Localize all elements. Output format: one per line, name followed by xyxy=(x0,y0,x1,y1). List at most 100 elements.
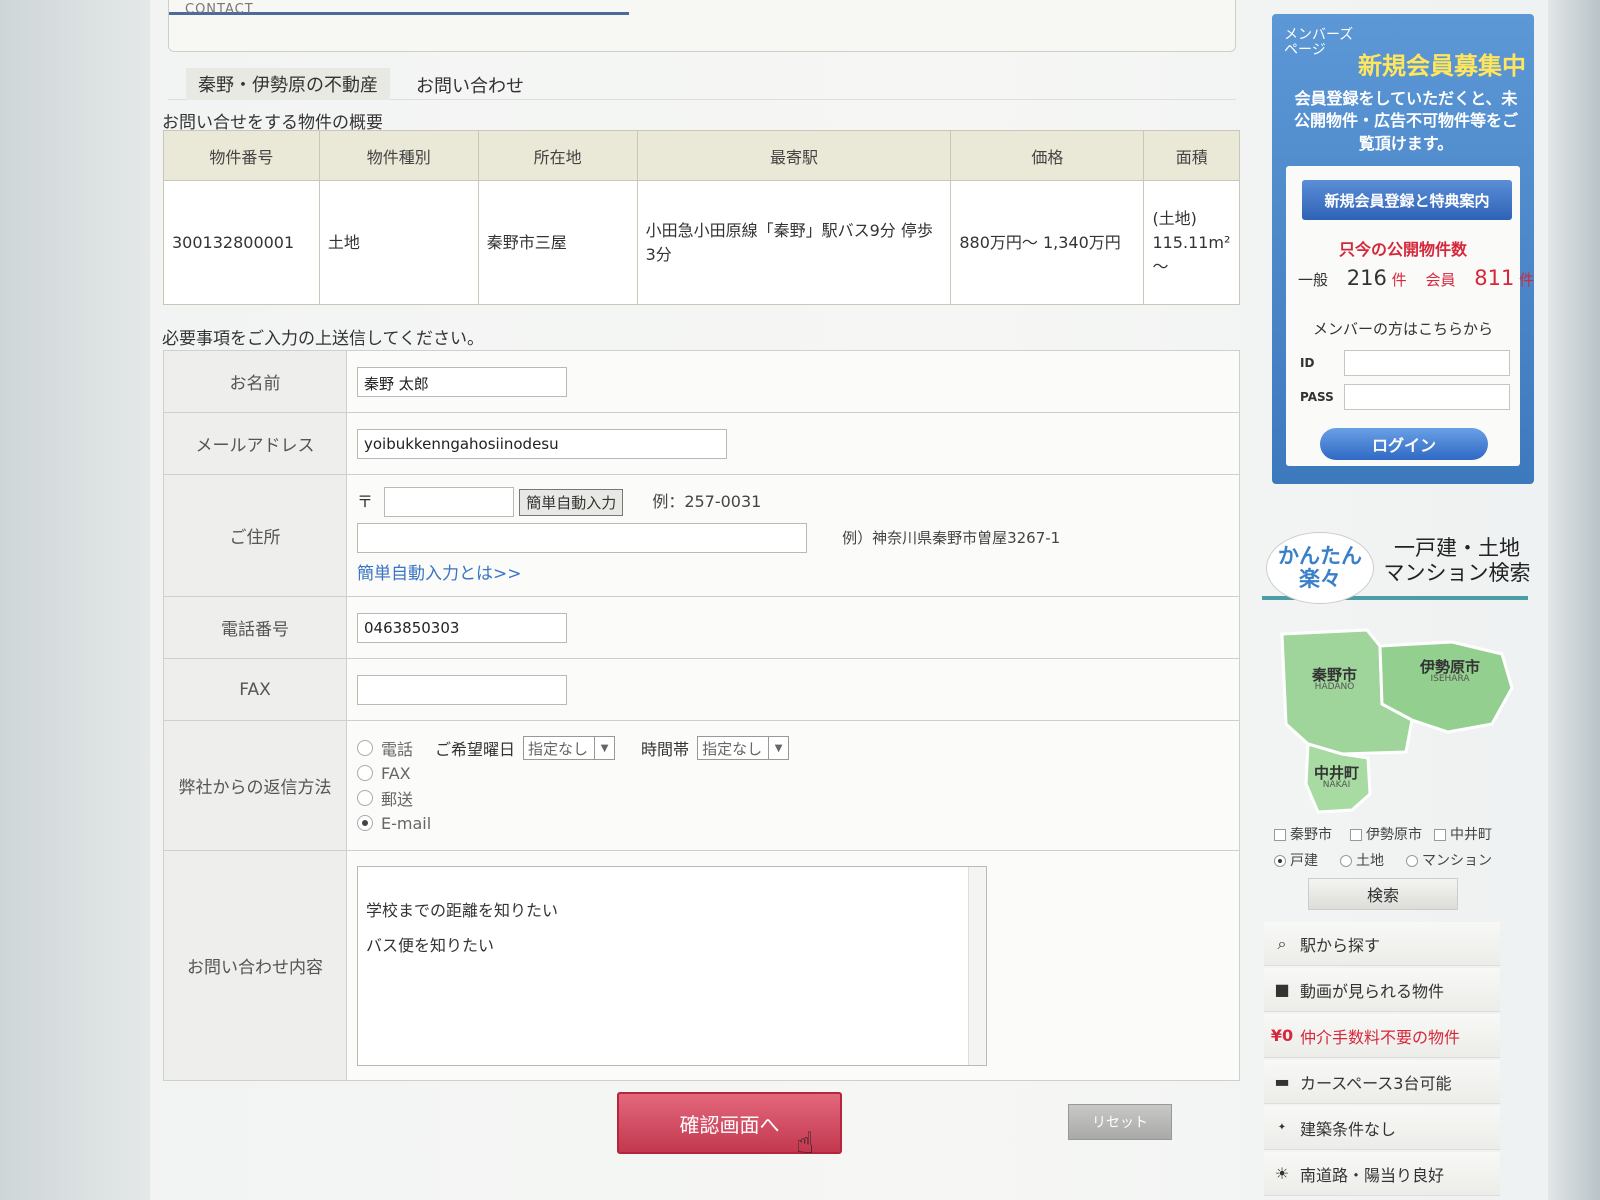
day-select[interactable]: 指定なし ▼ xyxy=(523,736,616,760)
checkbox[interactable] xyxy=(1274,829,1286,841)
reply-option-fax[interactable]: FAX xyxy=(357,761,1229,786)
breadcrumb: 秦野・伊勢原の不動産 お問い合わせ xyxy=(168,60,1236,100)
time-select[interactable]: 指定なし ▼ xyxy=(697,736,790,760)
inquiry-cell: 学校までの距離を知りたい バス便を知りたい xyxy=(346,850,1240,1081)
pass-input[interactable] xyxy=(1344,384,1510,410)
search-heading: かんたん 楽々 一戸建・土地 マンション検索 xyxy=(1262,524,1531,604)
table-row: 300132800001 土地 秦野市三屋 小田急小田原線「秦野」駅バス9分 停… xyxy=(163,180,1240,305)
left-margin xyxy=(0,0,150,1200)
area-check-isehara[interactable]: 伊勢原市 xyxy=(1350,824,1422,844)
member-inner-panel: 新規会員登録と特典案内 只今の公開物件数 一般 216 件 会員 811 件 メ… xyxy=(1286,166,1534,466)
search-button[interactable]: 検索 xyxy=(1308,878,1458,910)
textarea-scrollbar[interactable] xyxy=(968,866,986,1065)
form-row-reply: 弊社からの返信方法 電話 ご希望曜日 指定なし ▼ 時間帯 指定なし ▼ FAX… xyxy=(163,720,1240,851)
reply-option-phone[interactable]: 電話 ご希望曜日 指定なし ▼ 時間帯 指定なし ▼ xyxy=(357,736,1229,761)
reply-option-label: E-mail xyxy=(381,813,432,833)
register-button[interactable]: 新規会員登録と特典案内 xyxy=(1302,180,1512,220)
radio[interactable] xyxy=(1274,855,1286,867)
member-count: 811 xyxy=(1474,266,1515,290)
postal-mark: 〒 xyxy=(357,491,374,511)
reply-option-label: FAX xyxy=(381,763,411,783)
postal-code-field[interactable] xyxy=(384,487,515,517)
id-label: ID xyxy=(1300,356,1315,370)
reply-option-mail[interactable]: 郵送 xyxy=(357,786,1229,811)
menu-item-car-space[interactable]: ▬ カースペース3台可能 xyxy=(1264,1060,1500,1104)
address-example: 例）神奈川県秦野市曽屋3267-1 xyxy=(842,528,1061,547)
page-background: CONTACT 秦野・伊勢原の不動産 お問い合わせ お問い合せをする物件の概要 … xyxy=(0,0,1600,1200)
phone-label: 電話番号 xyxy=(163,596,347,659)
breadcrumb-current: お問い合わせ xyxy=(416,76,524,97)
menu-label: 南道路・陽当り良好 xyxy=(1300,1165,1445,1185)
radio-phone[interactable] xyxy=(357,740,373,756)
radio-email[interactable] xyxy=(357,815,373,831)
inquiry-line-2: バス便を知りたい xyxy=(366,935,495,955)
type-radio-land[interactable]: 土地 xyxy=(1340,850,1384,870)
member-page-label: メンバーズ ページ xyxy=(1284,27,1354,59)
radio[interactable] xyxy=(1406,855,1418,867)
form-row-phone: 電話番号 0463850303 xyxy=(163,596,1240,659)
fax-field[interactable] xyxy=(357,674,567,705)
member-box: メンバーズ ページ 新規会員募集中 会員登録をしていただくと、未公開物件・広告不… xyxy=(1272,14,1534,484)
auto-input-button[interactable]: 簡単自動入力 xyxy=(519,488,624,516)
name-field[interactable]: 秦野 太郎 xyxy=(357,366,567,397)
member-recruit-heading: 新規会員募集中 xyxy=(1358,52,1526,80)
day-label: ご希望曜日 xyxy=(435,740,516,759)
id-input[interactable] xyxy=(1344,350,1510,376)
radio[interactable] xyxy=(1340,855,1352,867)
header-area: 面積 xyxy=(1143,130,1240,181)
reply-cell: 電話 ご希望曜日 指定なし ▼ 時間帯 指定なし ▼ FAX 郵送 E-mail xyxy=(346,720,1240,851)
menu-label: 仲介手数料不要の物件 xyxy=(1300,1027,1461,1047)
breadcrumb-home-link[interactable]: 秦野・伊勢原の不動産 xyxy=(186,68,390,100)
property-type: 土地 xyxy=(318,180,479,305)
radio-fax[interactable] xyxy=(357,765,373,781)
email-field[interactable]: yoibukkenngahosiinodesu xyxy=(357,428,727,459)
type-radio-mansion[interactable]: マンション xyxy=(1406,850,1492,870)
reply-option-email[interactable]: E-mail xyxy=(357,811,1229,836)
address-field[interactable] xyxy=(357,523,807,553)
fax-label: FAX xyxy=(163,658,347,721)
radio-label: マンション xyxy=(1422,853,1492,869)
menu-label: 建築条件なし xyxy=(1300,1119,1397,1139)
type-radio-house[interactable]: 戸建 xyxy=(1274,850,1318,870)
property-price: 880万円～ 1,340万円 xyxy=(950,180,1145,305)
reply-option-label: 電話 xyxy=(381,740,414,759)
map-area-romaji: NAKAI xyxy=(1322,780,1351,790)
phone-cell: 0463850303 xyxy=(346,596,1240,659)
map-area-romaji: HADANO xyxy=(1314,682,1355,692)
count-unit: 件 xyxy=(1519,271,1535,289)
reset-button[interactable]: リセット xyxy=(1068,1104,1172,1140)
inquiry-textarea[interactable]: 学校までの距離を知りたい バス便を知りたい xyxy=(357,865,987,1066)
contact-label: CONTACT xyxy=(185,2,254,17)
menu-item-sunny[interactable]: ☀ 南道路・陽当り良好 xyxy=(1264,1152,1500,1196)
property-area: (土地) 115.11m² ～ xyxy=(1143,180,1240,305)
search-title: 一戸建・土地 マンション検索 xyxy=(1383,536,1531,586)
checkbox[interactable] xyxy=(1350,829,1362,841)
phone-field[interactable]: 0463850303 xyxy=(357,612,567,643)
radio-mail[interactable] xyxy=(357,790,373,806)
video-camera-icon: ■ xyxy=(1274,980,1290,999)
menu-item-no-fee[interactable]: ¥0 仲介手数料不要の物件 xyxy=(1264,1014,1500,1058)
radio-label: 土地 xyxy=(1356,853,1384,869)
form-row-fax: FAX xyxy=(163,658,1240,721)
general-label: 一般 xyxy=(1298,271,1329,289)
inquiry-label: お問い合わせ内容 xyxy=(163,850,347,1081)
form-intro: 必要事項をご入力の上送信してください。 xyxy=(162,329,484,349)
day-select-value: 指定なし xyxy=(528,739,589,758)
hand-cursor-icon: ☝ xyxy=(796,1126,815,1161)
login-button[interactable]: ログイン xyxy=(1320,428,1488,460)
area-check-hadano[interactable]: 秦野市 xyxy=(1274,824,1332,844)
property-number: 300132800001 xyxy=(163,180,320,305)
inquiry-line-1: 学校までの距離を知りたい xyxy=(366,900,559,920)
fax-cell xyxy=(346,658,1240,721)
area-label: (土地) xyxy=(1152,208,1197,228)
checkbox[interactable] xyxy=(1434,829,1446,841)
menu-label: カースペース3台可能 xyxy=(1300,1073,1452,1093)
menu-item-video[interactable]: ■ 動画が見られる物件 xyxy=(1264,968,1500,1012)
menu-item-no-condition[interactable]: ✦ 建築条件なし xyxy=(1264,1106,1500,1150)
area-check-nakai[interactable]: 中井町 xyxy=(1434,824,1492,844)
chevron-down-icon: ▼ xyxy=(594,737,614,759)
free-icon: ✦ xyxy=(1277,1122,1287,1133)
menu-item-station[interactable]: ⌕ 駅から探す xyxy=(1264,922,1500,966)
auto-input-help-link[interactable]: 簡単自動入力とは>> xyxy=(357,564,522,584)
listing-count-title: 只今の公開物件数 xyxy=(1338,240,1467,259)
